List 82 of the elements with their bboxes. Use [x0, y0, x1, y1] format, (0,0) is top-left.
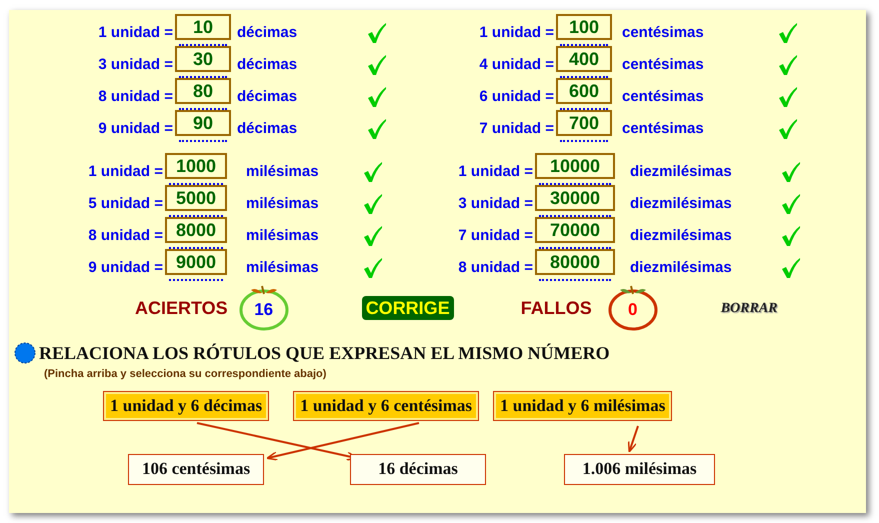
match-card[interactable]: 1 unidad y 6 milésimas — [493, 390, 672, 420]
check-icon — [781, 193, 801, 215]
apple-icon — [238, 285, 290, 331]
answer-box[interactable]: 8000 — [165, 217, 227, 243]
match-card[interactable]: 16 décimas — [350, 454, 486, 484]
answer-box[interactable]: 70000 — [535, 217, 615, 243]
row-label: 3 unidad = — [457, 194, 533, 214]
match-card[interactable]: 1.006 milésimas — [564, 454, 715, 484]
answer-box[interactable]: 1000 — [165, 153, 227, 179]
row-label: 7 unidad = — [457, 226, 533, 246]
unit-label: centésimas — [622, 86, 705, 107]
row-label: 1 unidad = — [478, 22, 554, 43]
unit-label: milésimas — [246, 162, 320, 182]
row-label: 1 unidad = — [97, 22, 173, 43]
check-icon — [781, 225, 801, 247]
check-icon — [778, 86, 798, 108]
check-icon — [363, 257, 383, 279]
unit-label: milésimas — [246, 226, 320, 246]
answer-box[interactable]: 80000 — [535, 249, 615, 275]
unit-label: milésimas — [246, 258, 320, 278]
answer-box[interactable]: 5000 — [165, 185, 227, 211]
bullet-icon — [14, 342, 36, 364]
unit-label: diezmilésimas — [630, 258, 733, 278]
row-label: 3 unidad = — [97, 54, 173, 75]
row-label: 4 unidad = — [478, 54, 554, 75]
check-icon — [778, 118, 798, 140]
answer-box[interactable]: 400 — [556, 46, 612, 72]
check-icon — [363, 161, 383, 183]
answer-box[interactable]: 10000 — [535, 153, 615, 179]
row-label: 1 unidad = — [87, 162, 163, 182]
check-icon — [367, 22, 387, 44]
score-value: 16 — [254, 299, 274, 322]
section-title: RELACIONA LOS RÓTULOS QUE EXPRESAN EL MISMO NÚMERO — [39, 342, 610, 364]
unit-label: décimas — [237, 86, 298, 107]
unit-label: décimas — [237, 118, 298, 139]
row-label: 8 unidad = — [87, 226, 163, 246]
answer-box[interactable]: 10 — [175, 14, 231, 40]
score-value: 0 — [628, 299, 638, 322]
row-label: 6 unidad = — [478, 86, 554, 107]
row-label: 9 unidad = — [97, 118, 173, 139]
clear-button[interactable]: BORRAR — [720, 298, 778, 318]
unit-label: diezmilésimas — [630, 162, 733, 182]
match-card[interactable]: 106 centésimas — [128, 454, 264, 484]
answer-box[interactable]: 30 — [175, 46, 231, 72]
answer-box[interactable]: 30000 — [535, 185, 615, 211]
row-label: 8 unidad = — [97, 86, 173, 107]
unit-label: décimas — [237, 54, 298, 75]
row-label: 8 unidad = — [457, 258, 533, 278]
check-icon — [363, 225, 383, 247]
match-card[interactable]: 1 unidad y 6 décimas — [103, 390, 270, 420]
connector-arrow — [628, 425, 639, 452]
row-label: 7 unidad = — [478, 118, 554, 139]
check-icon — [363, 193, 383, 215]
unit-label: centésimas — [622, 22, 705, 43]
answer-box[interactable]: 600 — [556, 78, 612, 104]
check-icon — [367, 118, 387, 140]
check-icon — [781, 257, 801, 279]
hits-label: ACIERTOS — [135, 296, 228, 320]
answer-box[interactable]: 90 — [175, 110, 231, 136]
unit-label: centésimas — [622, 118, 705, 139]
check-icon — [778, 22, 798, 44]
row-label: 9 unidad = — [87, 258, 163, 278]
check-icon — [367, 54, 387, 76]
misses-label: FALLOS — [520, 296, 592, 320]
check-icon — [781, 161, 801, 183]
match-card[interactable]: 1 unidad y 6 centésimas — [293, 390, 480, 420]
row-label: 5 unidad = — [87, 194, 163, 214]
unit-label: centésimas — [622, 54, 705, 75]
check-icon — [367, 86, 387, 108]
check-button[interactable]: CORRIGE — [362, 296, 454, 320]
unit-label: diezmilésimas — [630, 194, 733, 214]
unit-label: milésimas — [246, 194, 320, 214]
answer-box[interactable]: 100 — [556, 14, 612, 40]
unit-label: décimas — [237, 22, 298, 43]
row-label: 1 unidad = — [457, 162, 533, 182]
answer-box[interactable]: 9000 — [165, 249, 227, 275]
answer-box[interactable]: 700 — [556, 110, 612, 136]
instruction-text: (Pincha arriba y selecciona su correspondiente abajo) — [44, 367, 326, 382]
unit-label: diezmilésimas — [630, 226, 733, 246]
check-icon — [778, 54, 798, 76]
answer-box[interactable]: 80 — [175, 78, 231, 104]
apple-icon — [606, 285, 659, 331]
